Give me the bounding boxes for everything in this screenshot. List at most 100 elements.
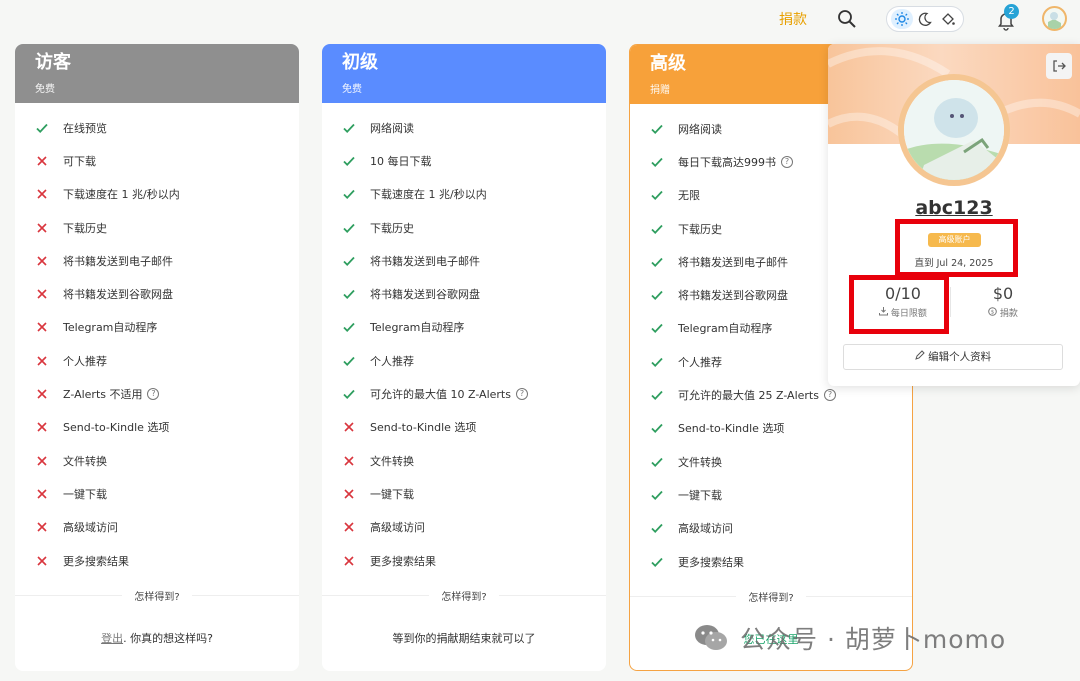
help-icon[interactable]: ? bbox=[147, 388, 160, 401]
avatar[interactable] bbox=[1042, 6, 1067, 31]
feature-label: 一键下载 bbox=[63, 487, 107, 501]
feature-label: 一键下载 bbox=[678, 488, 722, 502]
feature-label: 下载历史 bbox=[370, 221, 414, 235]
cross-icon bbox=[35, 420, 49, 434]
feature-label: 个人推荐 bbox=[370, 354, 414, 368]
feature-label: 个人推荐 bbox=[678, 355, 722, 369]
check-icon bbox=[342, 187, 356, 201]
cross-icon bbox=[35, 454, 49, 468]
feature-item: 将书籍发送到谷歌网盘 bbox=[322, 277, 606, 310]
cross-icon bbox=[342, 454, 356, 468]
check-icon bbox=[650, 521, 664, 535]
cross-icon bbox=[35, 254, 49, 268]
feature-label: 网络阅读 bbox=[678, 122, 722, 136]
check-icon bbox=[650, 188, 664, 202]
feature-label: 下载速度在 1 兆/秒以内 bbox=[63, 188, 180, 202]
profile-popover: abc123 高级账户 直到 Jul 24, 2025 0/10 每日限额 $0… bbox=[828, 44, 1080, 386]
feature-list: 在线预览 可下载 下载速度在 1 兆/秒以内 下载历史 将书籍发送到电子邮件 将书籍发送到… bbox=[15, 103, 299, 577]
feature-item: 下载速度在 1 兆/秒以内 bbox=[15, 178, 299, 211]
feature-label: 在线预览 bbox=[63, 121, 107, 135]
search-icon[interactable] bbox=[836, 8, 858, 30]
highlight-box-daily-quota bbox=[849, 275, 949, 334]
edit-profile-button[interactable]: 编辑个人资料 bbox=[843, 344, 1063, 370]
feature-item: 将书籍发送到电子邮件 bbox=[15, 244, 299, 277]
feature-item: 文件转换 bbox=[15, 444, 299, 477]
plan-card-visitor: 访客 免费 在线预览 可下载 下载速度在 1 兆/秒以内 下载历史 将书籍发送到电子邮件… bbox=[15, 44, 299, 671]
feature-item: Telegram自动程序 bbox=[15, 311, 299, 344]
check-icon bbox=[342, 221, 356, 235]
check-icon bbox=[650, 155, 664, 169]
how-to-get-label: 怎样得到? bbox=[15, 588, 299, 603]
feature-label: Telegram自动程序 bbox=[370, 321, 465, 335]
feature-label: Telegram自动程序 bbox=[678, 322, 773, 336]
cross-icon bbox=[35, 387, 49, 401]
cross-icon bbox=[35, 187, 49, 201]
theme-switch bbox=[886, 6, 964, 32]
watermark: 公众号 · 胡萝卜momo bbox=[694, 618, 1006, 658]
check-icon bbox=[342, 287, 356, 301]
plan-footer: 登出. 你真的想这样吗? bbox=[15, 630, 299, 646]
feature-label: 无限 bbox=[678, 189, 700, 203]
help-icon[interactable]: ? bbox=[515, 388, 528, 401]
check-icon bbox=[650, 288, 664, 302]
feature-item: 下载历史 bbox=[15, 211, 299, 244]
feature-label: 将书籍发送到电子邮件 bbox=[370, 254, 480, 268]
feature-item: 10 每日下载 bbox=[322, 144, 606, 177]
donated-value: $0 bbox=[992, 284, 1014, 303]
logout-icon[interactable] bbox=[1046, 53, 1072, 79]
check-icon bbox=[650, 321, 664, 335]
help-icon[interactable]: ? bbox=[823, 389, 836, 402]
check-icon bbox=[650, 555, 664, 569]
feature-item: 下载速度在 1 兆/秒以内 bbox=[322, 178, 606, 211]
feature-item: 文件转换 bbox=[322, 444, 606, 477]
profile-avatar[interactable] bbox=[898, 74, 1010, 186]
pencil-icon bbox=[915, 350, 925, 360]
feature-label: 下载历史 bbox=[678, 222, 722, 236]
cross-icon bbox=[342, 520, 356, 534]
help-icon[interactable]: ? bbox=[781, 155, 793, 168]
feature-item: 个人推荐 bbox=[322, 344, 606, 377]
feature-item: 将书籍发送到电子邮件 bbox=[322, 244, 606, 277]
feature-item: 下载历史 bbox=[322, 211, 606, 244]
check-icon bbox=[650, 421, 664, 435]
plan-header: 初级 免费 bbox=[322, 44, 606, 103]
feature-label: Send-to-Kindle 选项 bbox=[678, 422, 785, 436]
feature-label: Telegram自动程序 bbox=[63, 321, 158, 335]
feature-label: 可允许的最大值 10 Z-Alerts bbox=[370, 388, 511, 402]
logout-link[interactable]: 登出 bbox=[101, 632, 123, 645]
feature-label: 更多搜索结果 bbox=[678, 555, 744, 569]
feature-item: 文件转换 bbox=[630, 445, 912, 478]
check-icon bbox=[342, 121, 356, 135]
feature-item: 一键下载 bbox=[322, 477, 606, 510]
check-icon bbox=[650, 255, 664, 269]
sun-icon[interactable] bbox=[891, 9, 914, 29]
check-icon bbox=[342, 154, 356, 168]
paint-bucket-icon[interactable] bbox=[937, 9, 959, 29]
top-bar: 捐款 2 bbox=[0, 0, 1080, 40]
check-icon bbox=[650, 388, 664, 402]
feature-item: Send-to-Kindle 选项 bbox=[322, 411, 606, 444]
plan-header: 访客 免费 bbox=[15, 44, 299, 103]
feature-item: 网络阅读 bbox=[322, 111, 606, 144]
feature-label: 更多搜索结果 bbox=[370, 554, 436, 568]
coin-icon: $ bbox=[988, 307, 997, 316]
moon-icon[interactable] bbox=[914, 9, 936, 29]
feature-item: 一键下载 bbox=[15, 477, 299, 510]
donate-link[interactable]: 捐款 bbox=[779, 9, 807, 29]
cross-icon bbox=[342, 554, 356, 568]
feature-label: 高级域访问 bbox=[370, 521, 425, 535]
cross-icon bbox=[35, 487, 49, 501]
divider bbox=[950, 287, 951, 317]
feature-label: 将书籍发送到谷歌网盘 bbox=[678, 289, 788, 303]
feature-label: 下载历史 bbox=[63, 221, 107, 235]
username[interactable]: abc123 bbox=[828, 197, 1080, 219]
check-icon bbox=[650, 122, 664, 136]
feature-label: 个人推荐 bbox=[63, 354, 107, 368]
cross-icon bbox=[35, 520, 49, 534]
feature-label: 10 每日下载 bbox=[370, 154, 432, 168]
feature-label: 将书籍发送到谷歌网盘 bbox=[63, 288, 173, 302]
plan-title: 初级 bbox=[342, 52, 378, 73]
feature-label: 将书籍发送到电子邮件 bbox=[678, 255, 788, 269]
wechat-icon bbox=[695, 625, 727, 650]
feature-label: 高级域访问 bbox=[63, 521, 118, 535]
